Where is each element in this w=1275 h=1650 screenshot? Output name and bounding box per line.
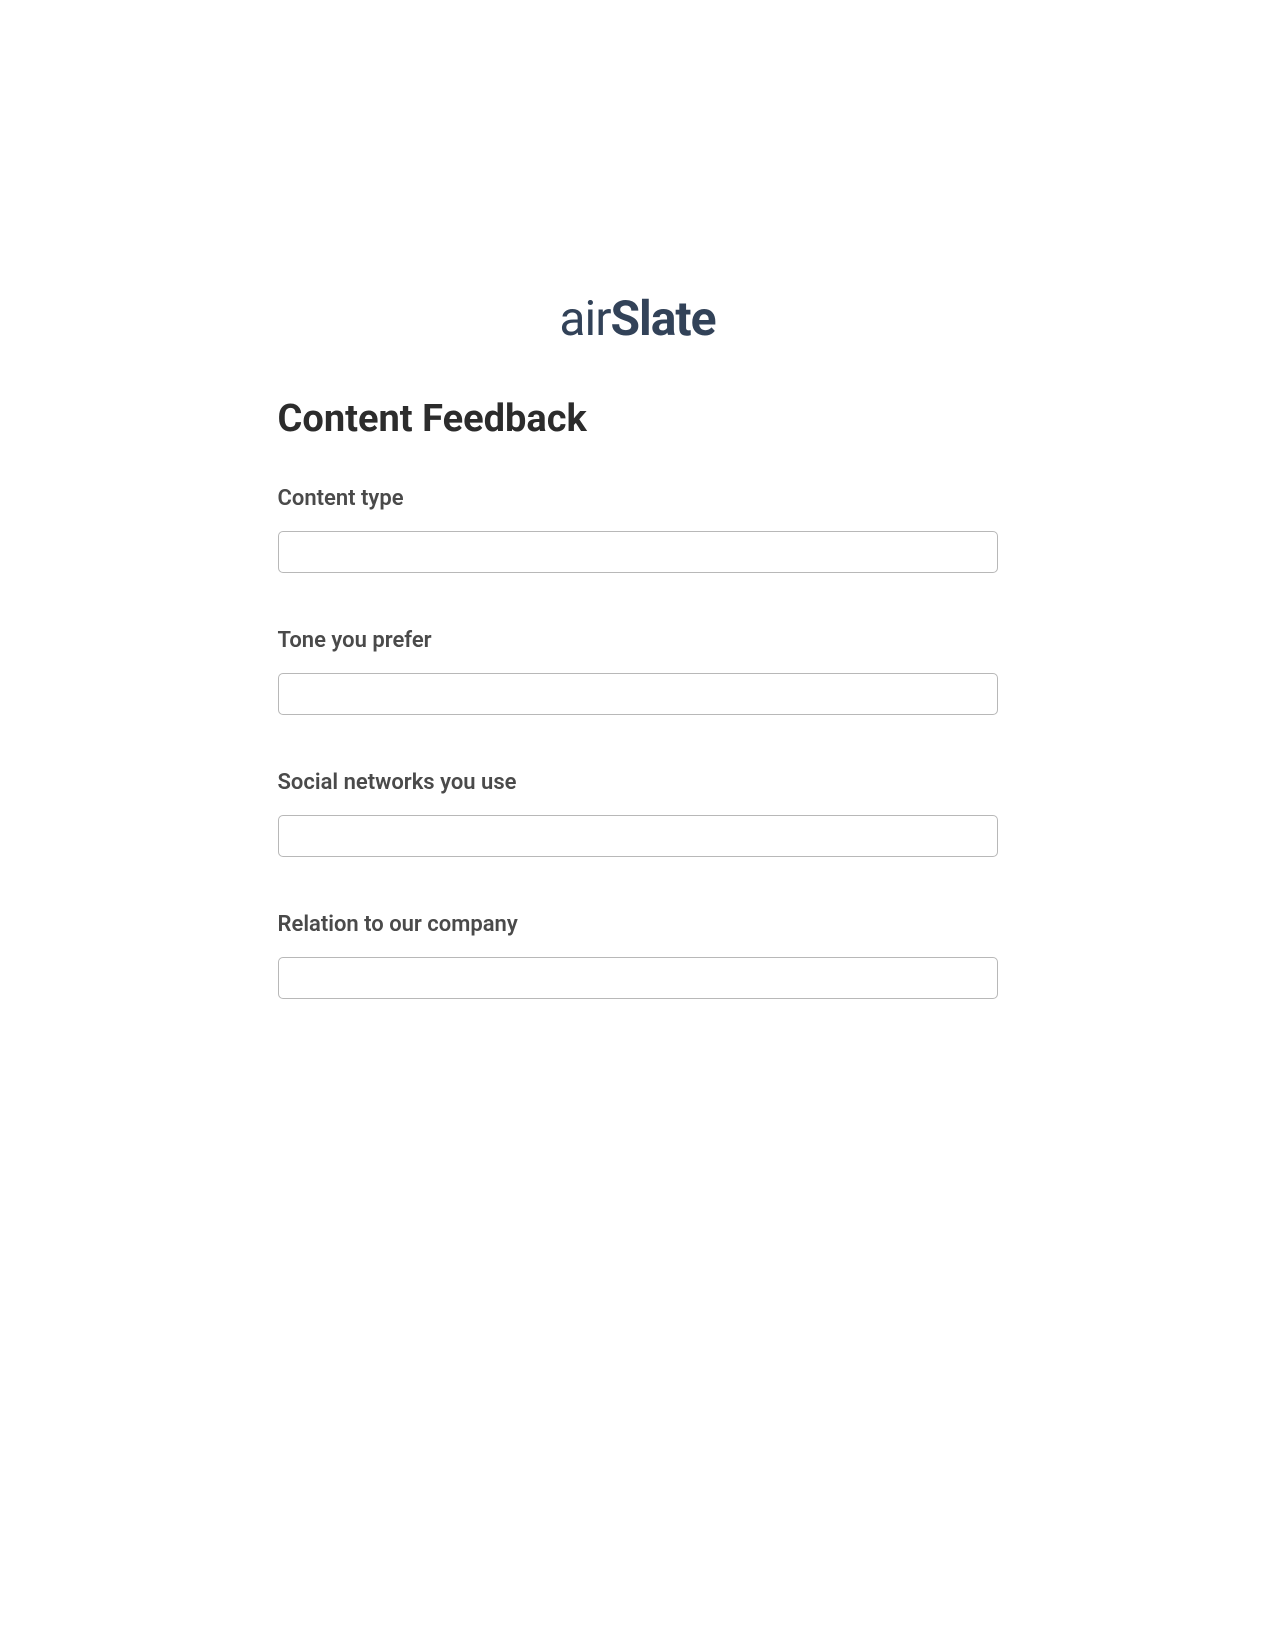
logo-prefix: air: [559, 290, 610, 347]
form-group-content-type: Content type: [278, 486, 998, 573]
content-type-input[interactable]: [278, 531, 998, 573]
form-container: airSlate Content Feedback Content type T…: [278, 0, 998, 999]
relation-label: Relation to our company: [278, 912, 998, 937]
logo: airSlate: [278, 290, 998, 347]
content-type-label: Content type: [278, 486, 998, 511]
logo-suffix: Slate: [610, 290, 715, 347]
form-group-tone: Tone you prefer: [278, 628, 998, 715]
form-group-social-networks: Social networks you use: [278, 770, 998, 857]
relation-input[interactable]: [278, 957, 998, 999]
form-group-relation: Relation to our company: [278, 912, 998, 999]
logo-text: airSlate: [559, 290, 715, 347]
tone-label: Tone you prefer: [278, 628, 998, 653]
tone-input[interactable]: [278, 673, 998, 715]
social-networks-input[interactable]: [278, 815, 998, 857]
page-title: Content Feedback: [278, 397, 998, 441]
social-networks-label: Social networks you use: [278, 770, 998, 795]
